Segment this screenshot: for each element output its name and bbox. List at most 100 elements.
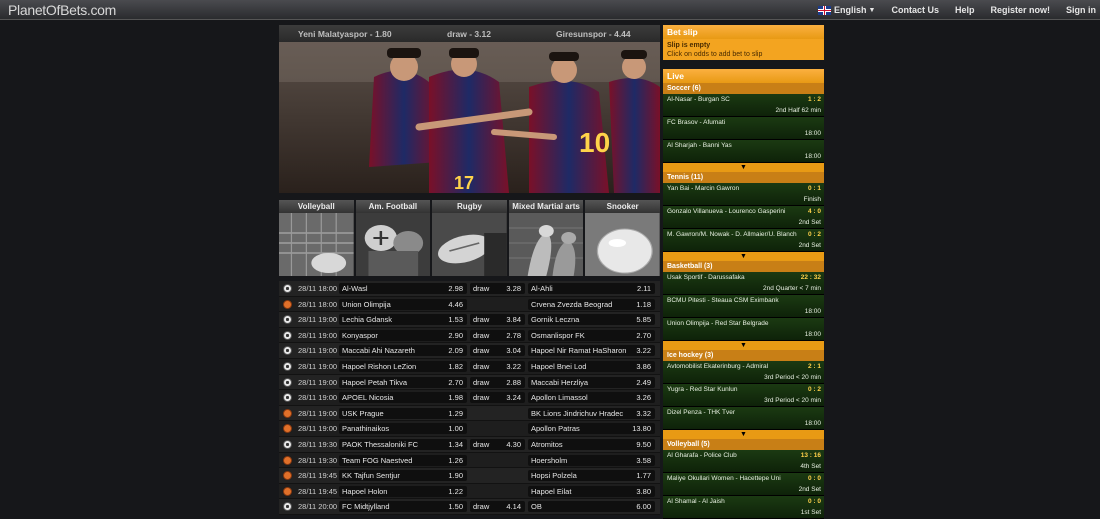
expand-more-icon[interactable]: ▼ bbox=[663, 252, 824, 261]
away-odd-button[interactable]: Atromitos 9.50 bbox=[528, 438, 655, 450]
draw-odd-button[interactable]: draw 3.22 bbox=[470, 360, 525, 372]
live-event[interactable]: Usak Sportif - Darussafaka 22 : 32 2nd Q… bbox=[663, 272, 824, 295]
draw-odd-button[interactable]: draw 4.14 bbox=[470, 501, 525, 513]
home-odd-button[interactable]: Al-Wasl 2.98 bbox=[339, 283, 467, 294]
sport-tile-rugby[interactable]: Rugby bbox=[432, 200, 507, 276]
draw-odd: 3.04 bbox=[506, 346, 521, 356]
hero-banner[interactable]: Yeni Malatyaspor - 1.80 draw - 3.12 Gire… bbox=[279, 25, 660, 193]
away-odd: 3.32 bbox=[636, 408, 651, 418]
home-odd-button[interactable]: Hapoel Petah Tikva 2.70 bbox=[339, 376, 467, 388]
away-odd: 3.58 bbox=[636, 455, 651, 465]
live-sport-header[interactable]: Tennis (11) bbox=[663, 172, 824, 183]
draw-odd-button[interactable]: draw 2.88 bbox=[470, 376, 525, 388]
sport-tile-snooker[interactable]: Snooker bbox=[585, 200, 660, 276]
away-odd-button[interactable]: Hapoel Nir Ramat HaSharon 3.22 bbox=[528, 345, 655, 357]
away-odd-button[interactable]: Apollon Limassol 3.26 bbox=[528, 392, 655, 404]
live-event[interactable]: BCMU Pitesti - Steaua CSM Eximbank 18:00 bbox=[663, 295, 824, 318]
home-odd-button[interactable]: Hapoel Holon 1.22 bbox=[339, 485, 467, 497]
live-event[interactable]: Al Gharafa - Police Club 13 : 16 4th Set bbox=[663, 450, 824, 473]
home-odd-button[interactable]: APOEL Nicosia 1.98 bbox=[339, 392, 467, 404]
live-event[interactable]: Al-Nasar - Burgan SC 1 : 2 2nd Half 62 m… bbox=[663, 94, 824, 117]
svg-text:10: 10 bbox=[579, 127, 610, 158]
home-team: APOEL Nicosia bbox=[342, 393, 394, 403]
live-sport-header[interactable]: Basketball (3) bbox=[663, 261, 824, 272]
live-event[interactable]: Gonzalo Villanueva - Lourenco Gasperini … bbox=[663, 206, 824, 229]
home-odd-button[interactable]: FC Midtjylland 1.50 bbox=[339, 501, 467, 513]
away-odd-button[interactable]: Al-Ahli 2.11 bbox=[528, 283, 655, 294]
away-odd-button[interactable]: Hapoel Eilat 3.80 bbox=[528, 485, 655, 497]
away-team: Crvena Zvezda Beograd bbox=[531, 299, 613, 309]
sport-tile-am-football[interactable]: Am. Football bbox=[355, 200, 431, 276]
home-odd-button[interactable]: Konyaspor 2.90 bbox=[339, 329, 467, 341]
live-event[interactable]: M. Gawron/M. Nowak - D. Allmaier/U. Blan… bbox=[663, 229, 824, 252]
home-odd-button[interactable]: Maccabi Ahi Nazareth 2.09 bbox=[339, 345, 467, 357]
live-event[interactable]: Al Shamal - Al Jaish 0 : 0 1st Set bbox=[663, 496, 824, 519]
live-event[interactable]: Dizel Penza - THK Tver 18:00 bbox=[663, 407, 824, 430]
home-odd-button[interactable]: Panathinaikos 1.00 bbox=[339, 423, 467, 435]
live-event[interactable]: Al Sharjah - Banni Yas 18:00 bbox=[663, 140, 824, 163]
live-sport-header[interactable]: Soccer (6) bbox=[663, 83, 824, 94]
home-odd-button[interactable]: USK Prague 1.29 bbox=[339, 407, 467, 419]
live-event-name: Al Shamal - Al Jaish bbox=[667, 498, 725, 505]
live-event[interactable]: Avtomobilist Ekaterinburg - Admiral 2 : … bbox=[663, 361, 824, 384]
sign-in-link[interactable]: Sign in bbox=[1066, 5, 1096, 15]
hero-draw-odd[interactable]: draw - 3.12 bbox=[447, 29, 491, 39]
away-team: BK Lions Jindrichuv Hradec bbox=[531, 408, 624, 418]
home-odd-button[interactable]: Team FOG Naestved 1.26 bbox=[339, 454, 467, 466]
sport-tile-label: Volleyball bbox=[279, 200, 354, 213]
home-odd-button[interactable]: Lechia Gdansk 1.53 bbox=[339, 314, 467, 326]
live-event-status: 2nd Set bbox=[798, 219, 821, 226]
draw-odd-button[interactable]: draw 3.84 bbox=[470, 314, 525, 326]
match-time: 28/11 19:30 bbox=[298, 439, 338, 449]
live-event-status: 2nd Half 62 min bbox=[775, 107, 821, 114]
live-event[interactable]: Yugra - Red Star Kunlun 0 : 2 3rd Period… bbox=[663, 384, 824, 407]
live-sport-header[interactable]: Ice hockey (3) bbox=[663, 350, 824, 361]
draw-odd-button[interactable]: draw 2.78 bbox=[470, 329, 525, 341]
away-odd: 3.80 bbox=[636, 486, 651, 496]
hero-home-odd[interactable]: Yeni Malatyaspor - 1.80 bbox=[298, 29, 392, 39]
sport-tile-volleyball[interactable]: Volleyball bbox=[279, 200, 354, 276]
live-event-name: Gonzalo Villanueva - Lourenco Gasperini bbox=[667, 208, 786, 215]
expand-more-icon[interactable]: ▼ bbox=[663, 163, 824, 172]
language-selector[interactable]: English ▼ bbox=[818, 5, 875, 15]
match-row: 28/11 19:30 PAOK Thessaloniki FC 1.34 dr… bbox=[279, 436, 660, 453]
away-odd-button[interactable]: Maccabi Herzliya 2.49 bbox=[528, 376, 655, 388]
live-event-status: Finish bbox=[803, 196, 821, 203]
expand-more-icon[interactable]: ▼ bbox=[663, 430, 824, 439]
away-odd-button[interactable]: Osmanlispor FK 2.70 bbox=[528, 329, 655, 341]
sport-tile-mma[interactable]: Mixed Martial arts bbox=[508, 200, 584, 276]
live-sport-header[interactable]: Volleyball (5) bbox=[663, 439, 824, 450]
hero-away-odd[interactable]: Giresunspor - 4.44 bbox=[556, 29, 631, 39]
register-link[interactable]: Register now! bbox=[990, 5, 1050, 15]
draw-odd-button[interactable]: draw 3.28 bbox=[470, 283, 525, 294]
away-odd-button[interactable]: Hopsi Polzela 1.77 bbox=[528, 470, 655, 482]
live-event[interactable]: Union Olimpija - Red Star Belgrade 18:00 bbox=[663, 318, 824, 341]
away-odd-button[interactable]: Gornik Leczna 5.85 bbox=[528, 314, 655, 326]
site-logo[interactable]: PlanetOfBets.com bbox=[8, 2, 116, 18]
away-odd-button[interactable]: Hapoel Bnei Lod 3.86 bbox=[528, 360, 655, 372]
draw-odd-button[interactable]: draw 4.30 bbox=[470, 438, 525, 450]
away-odd-button[interactable]: Hoersholm 3.58 bbox=[528, 454, 655, 466]
home-odd-button[interactable]: KK Tajfun Sentjur 1.90 bbox=[339, 470, 467, 482]
away-odd-button[interactable]: BK Lions Jindrichuv Hradec 3.32 bbox=[528, 407, 655, 419]
draw-odd-button[interactable]: draw 3.04 bbox=[470, 345, 525, 357]
match-row: 28/11 19:30 Team FOG Naestved 1.26 Hoers… bbox=[279, 452, 660, 469]
soccer-ball-icon bbox=[283, 377, 292, 387]
home-odd-button[interactable]: PAOK Thessaloniki FC 1.34 bbox=[339, 438, 467, 450]
away-odd-button[interactable]: OB 6.00 bbox=[528, 501, 655, 513]
home-odd-button[interactable]: Union Olimpija 4.46 bbox=[339, 298, 467, 310]
expand-more-icon[interactable]: ▼ bbox=[663, 341, 824, 350]
match-row: 28/11 20:00 FC Midtjylland 1.50 draw 4.1… bbox=[279, 499, 660, 515]
bet-slip-panel: Bet slip Slip is empty Click on odds to … bbox=[663, 25, 824, 60]
contact-us-link[interactable]: Contact Us bbox=[891, 5, 939, 15]
live-event[interactable]: Maliye Okullari Women - Hacettepe Uni 0 … bbox=[663, 473, 824, 496]
match-time: 28/11 19:45 bbox=[298, 486, 338, 496]
live-event[interactable]: FC Brasov - Afumati 18:00 bbox=[663, 117, 824, 140]
away-odd-button[interactable]: Crvena Zvezda Beograd 1.18 bbox=[528, 298, 655, 310]
live-event[interactable]: Yan Bai - Marcin Gawron 0 : 1 Finish bbox=[663, 183, 824, 206]
help-link[interactable]: Help bbox=[955, 5, 975, 15]
basketball-icon bbox=[283, 486, 292, 496]
draw-odd-button[interactable]: draw 3.24 bbox=[470, 392, 525, 404]
home-odd-button[interactable]: Hapoel Rishon LeZion 1.82 bbox=[339, 360, 467, 372]
away-odd-button[interactable]: Apollon Patras 13.80 bbox=[528, 423, 655, 435]
